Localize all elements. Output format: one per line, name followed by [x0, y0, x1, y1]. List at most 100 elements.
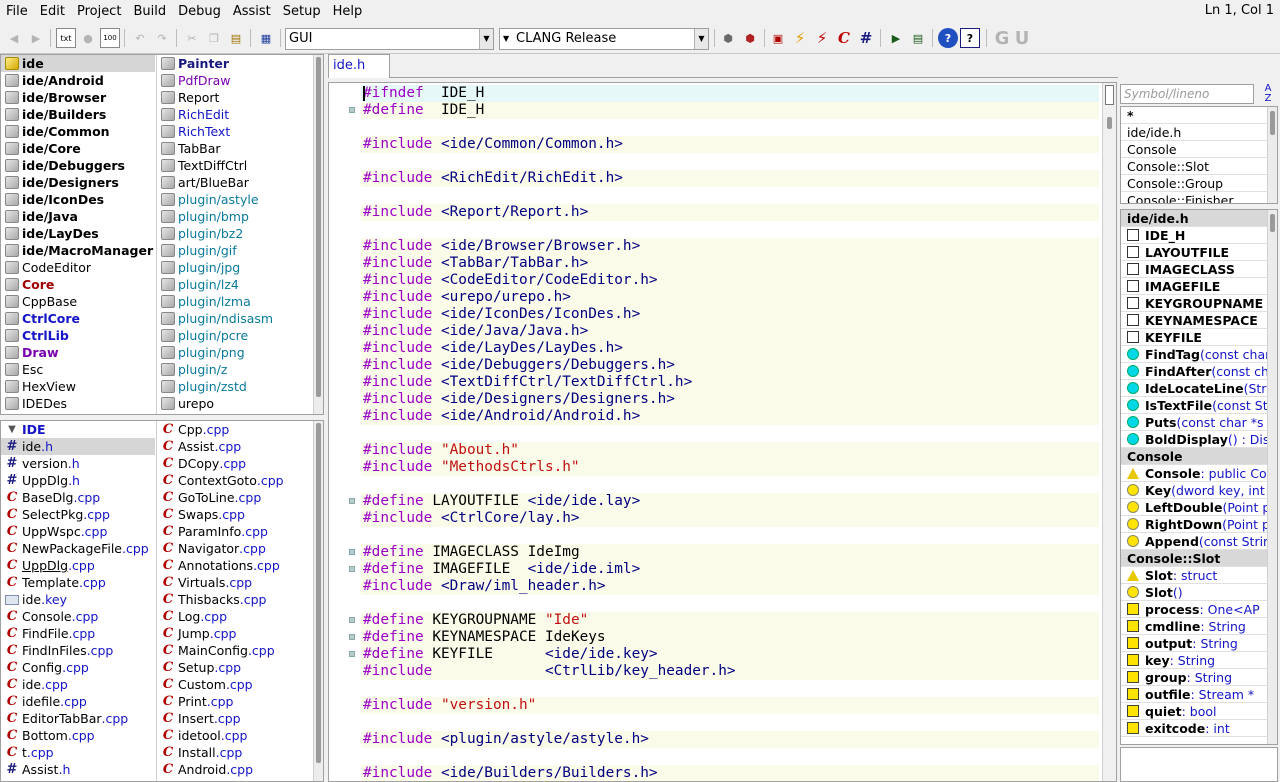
editor-scrollbar[interactable]	[1102, 83, 1116, 781]
menu-setup[interactable]: Setup	[277, 1, 327, 23]
symbol-search-input[interactable]: Symbol/lineno (Ctrl+C	[1120, 84, 1254, 119]
package-item[interactable]: plugin/astyle	[157, 191, 313, 208]
package-remove-icon[interactable]: ⬢	[740, 28, 760, 48]
paste-icon[interactable]: ▤	[226, 28, 246, 48]
files-scrollbar[interactable]	[313, 421, 323, 781]
redo-icon[interactable]: ↷	[152, 28, 172, 48]
symbol-group-header[interactable]: Console	[1121, 448, 1277, 465]
package-item[interactable]: RichEdit	[157, 106, 313, 123]
scope-item[interactable]: ide/ide.h	[1121, 124, 1277, 141]
symbol-item[interactable]: IDE_H	[1121, 227, 1277, 244]
package-item[interactable]: RichText	[157, 123, 313, 140]
file-item[interactable]: C Custom .cpp	[157, 676, 313, 693]
file-item[interactable]: C Log .cpp	[157, 608, 313, 625]
symbol-item[interactable]: Slot : struct	[1121, 567, 1277, 584]
context-help-icon[interactable]: ?	[960, 28, 980, 48]
symbol-item[interactable]: key : String	[1121, 652, 1277, 669]
package-item[interactable]: TextDiffCtrl	[157, 157, 313, 174]
file-item[interactable]: C Annotations .cpp	[157, 557, 313, 574]
file-item[interactable]: C Virtuals .cpp	[157, 574, 313, 591]
scope-item[interactable]: *	[1121, 107, 1277, 124]
package-item[interactable]: plugin/lzma	[157, 293, 313, 310]
file-item[interactable]: C Android .cpp	[157, 761, 313, 778]
file-item[interactable]: C Assist .cpp	[157, 438, 313, 455]
symbol-item[interactable]: FindTag (const char	[1121, 346, 1277, 363]
package-item[interactable]: art/BlueBar	[157, 174, 313, 191]
package-item[interactable]: ide/Common	[1, 123, 155, 140]
package-item[interactable]: plugin/z	[157, 361, 313, 378]
help-icon[interactable]: ?	[938, 28, 958, 48]
file-item[interactable]: C GoToLine .cpp	[157, 489, 313, 506]
file-item[interactable]: C UppDlg .cpp	[1, 557, 155, 574]
file-item[interactable]: C ContextGoto .cpp	[157, 472, 313, 489]
package-item[interactable]: Core	[1, 276, 155, 293]
menu-assist[interactable]: Assist	[227, 1, 277, 23]
file-item[interactable]: C Console .cpp	[1, 608, 155, 625]
package-item[interactable]: ide/Core	[1, 140, 155, 157]
main-config-select[interactable]: GUI ▼	[285, 28, 494, 50]
txt-icon[interactable]: txt	[56, 28, 76, 48]
package-item[interactable]: Esc	[1, 361, 155, 378]
file-item[interactable]: C FindInFiles .cpp	[1, 642, 155, 659]
symbol-item[interactable]: quiet : bool	[1121, 703, 1277, 720]
fold-marker-icon[interactable]	[349, 617, 355, 623]
compile-icon[interactable]: C	[834, 28, 854, 48]
file-item[interactable]: Ct .cpp	[1, 744, 155, 761]
package-item[interactable]: ide/Debuggers	[1, 157, 155, 174]
package-item[interactable]: plugin/lz4	[157, 276, 313, 293]
build-method-select[interactable]: ▼ CLANG Release ▼	[499, 28, 709, 50]
package-item[interactable]: plugin/ndisasm	[157, 310, 313, 327]
file-item[interactable]: C FindFile .cpp	[1, 625, 155, 642]
file-item[interactable]: C UppWspc .cpp	[1, 523, 155, 540]
menu-project[interactable]: Project	[71, 1, 127, 23]
file-item[interactable]: C Navigator .cpp	[157, 540, 313, 557]
package-item[interactable]: CtrlLib	[1, 327, 155, 344]
package-add-icon[interactable]: ⬢	[718, 28, 738, 48]
symbol-item[interactable]: LAYOUTFILE	[1121, 244, 1277, 261]
package-item[interactable]: CppBase	[1, 293, 155, 310]
package-item[interactable]: plugin/png	[157, 344, 313, 361]
file-item[interactable]: C Config .cpp	[1, 659, 155, 676]
scope-item[interactable]: Console::Group	[1121, 175, 1277, 192]
file-item[interactable]: C Swaps .cpp	[157, 506, 313, 523]
symbol-item[interactable]: outfile : Stream *	[1121, 686, 1277, 703]
package-item[interactable]: ide/Browser	[1, 89, 155, 106]
file-item[interactable]: # UppDlg .h	[1, 472, 155, 489]
symbol-item[interactable]: Puts (const char *s	[1121, 414, 1277, 431]
symbol-item[interactable]: KEYFILE	[1121, 329, 1277, 346]
symbol-item[interactable]: Append (const Strin	[1121, 533, 1277, 550]
package-item[interactable]: plugin/zstd	[157, 378, 313, 395]
symbol-item[interactable]: Key (dword key, int	[1121, 482, 1277, 499]
chevron-down-icon[interactable]: ▼	[479, 29, 493, 49]
symbol-item[interactable]: IsTextFile (const St	[1121, 397, 1277, 414]
package-item[interactable]: ide/MacroManager	[1, 242, 155, 259]
symbol-group-header[interactable]: Console::Slot	[1121, 550, 1277, 567]
menu-edit[interactable]: Edit	[34, 1, 71, 23]
file-item[interactable]: Cidefile .cpp	[1, 693, 155, 710]
file-item[interactable]: C SelectPkg .cpp	[1, 506, 155, 523]
chevron-down-icon[interactable]: ▼	[694, 29, 708, 49]
package-item[interactable]: HexView	[1, 378, 155, 395]
build-lightning-icon[interactable]: ⚡	[790, 28, 810, 48]
package-item[interactable]: Draw	[1, 344, 155, 361]
package-item[interactable]: ide/LayDes	[1, 225, 155, 242]
package-item[interactable]: plugin/jpg	[157, 259, 313, 276]
sort-az-icon[interactable]: AZ	[1258, 84, 1278, 104]
file-item[interactable]: C EditorTabBar .cpp	[1, 710, 155, 727]
file-item[interactable]: C Print .cpp	[157, 693, 313, 710]
code-editor[interactable]: #ifndef IDE_H #define IDE_H #include <ide/…	[328, 82, 1117, 782]
package-item[interactable]: TabBar	[157, 140, 313, 157]
package-item[interactable]: ide/Designers	[1, 174, 155, 191]
file-item[interactable]: C Install .cpp	[157, 744, 313, 761]
file-item[interactable]: C ParamInfo .cpp	[157, 523, 313, 540]
symbol-item[interactable]: KEYNAMESPACE	[1121, 312, 1277, 329]
symbol-item[interactable]: exitcode : int	[1121, 720, 1277, 737]
package-item[interactable]: ide/Java	[1, 208, 155, 225]
cut-icon[interactable]: ✂	[182, 28, 202, 48]
file-group-header[interactable]: ▼ IDE	[1, 421, 155, 438]
fold-marker-icon[interactable]	[349, 549, 355, 555]
file-item[interactable]: C Template .cpp	[1, 574, 155, 591]
file-item[interactable]: # Assist .h	[1, 761, 155, 778]
symbol-item[interactable]: Slot()	[1121, 584, 1277, 601]
package-item[interactable]: plugin/bmp	[157, 208, 313, 225]
